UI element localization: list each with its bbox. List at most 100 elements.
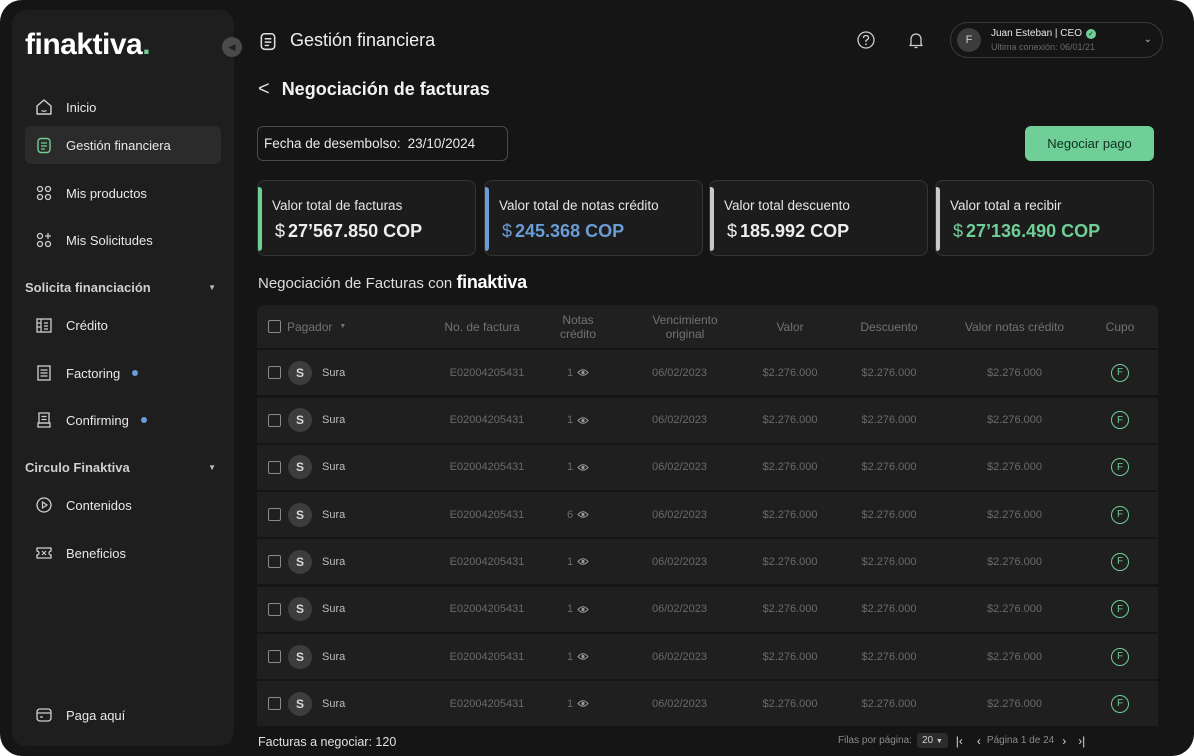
- row-checkbox[interactable]: [267, 398, 281, 443]
- table-header: Pagador ▼ No. de factura Notas crédito Ve…: [257, 305, 1158, 348]
- receipt-icon: [35, 411, 53, 429]
- grid-icon: [35, 184, 53, 202]
- discount-value: $2.276.000: [861, 603, 917, 616]
- sidebar-section-circulo-finaktiva[interactable]: Circulo Finaktiva ▼: [25, 456, 221, 478]
- invoice-value: $2.276.000: [762, 650, 818, 663]
- row-checkbox[interactable]: [267, 587, 281, 632]
- pagination: Filas por página: 20 ▼ |‹ ‹ Página 1 de …: [838, 733, 1089, 748]
- row-checkbox[interactable]: [267, 634, 281, 679]
- sidebar-item-mis-solicitudes[interactable]: Mis Solicitudes: [25, 221, 221, 259]
- row-checkbox[interactable]: [267, 539, 281, 584]
- invoice-number: E02004205431: [449, 366, 525, 379]
- table-row[interactable]: S Sura E02004205431 1 06/02/2023 $2.276.000 $2…: [257, 444, 1158, 490]
- credit-notes[interactable]: 1: [552, 539, 604, 584]
- last-page-icon[interactable]: ›|: [1078, 734, 1085, 748]
- card-accent: [936, 187, 940, 251]
- sidebar-item-factoring[interactable]: Factoring: [25, 354, 221, 392]
- card-label: Valor total de notas crédito: [499, 198, 659, 213]
- sidebar-item-contenidos[interactable]: Contenidos: [25, 486, 221, 524]
- first-page-icon[interactable]: |‹: [956, 734, 963, 748]
- table-row[interactable]: S Sura E02004205431 1 06/02/2023 $2.276.000 $2…: [257, 681, 1158, 727]
- column-pagador[interactable]: Pagador ▼: [287, 305, 367, 348]
- avatar: F: [957, 28, 981, 52]
- table-row[interactable]: S Sura E02004205431 1 06/02/2023 $2.276.000 $2…: [257, 634, 1158, 680]
- cupo-badge[interactable]: F: [1095, 445, 1145, 490]
- summary-card-notas-credito: Valor total de notas crédito $245.368 CO…: [484, 180, 703, 256]
- rows-per-page-select[interactable]: 20 ▼: [916, 733, 948, 748]
- prev-page-icon[interactable]: ‹: [977, 734, 981, 748]
- table-row[interactable]: S Sura E02004205431 1 06/02/2023 $2.276.000 $2…: [257, 397, 1158, 443]
- bell-icon[interactable]: [906, 30, 926, 50]
- row-checkbox[interactable]: [267, 492, 281, 537]
- row-checkbox[interactable]: [267, 681, 281, 726]
- eye-icon[interactable]: [577, 605, 589, 614]
- credit-notes[interactable]: 1: [552, 634, 604, 679]
- user-menu[interactable]: F Juan Esteban | CEO ✓ Ultima conexión: 0…: [950, 22, 1163, 58]
- sidebar-item-paga-aqui[interactable]: Paga aquí: [25, 696, 221, 734]
- sidebar-item-beneficios[interactable]: Beneficios: [25, 534, 221, 572]
- sidebar-item-credito[interactable]: Crédito: [25, 306, 221, 344]
- section-label: Solicita financiación: [25, 279, 151, 295]
- cupo-badge[interactable]: F: [1095, 681, 1145, 726]
- cupo-badge[interactable]: F: [1095, 539, 1145, 584]
- eye-icon[interactable]: [577, 557, 589, 566]
- table-row[interactable]: S Sura E02004205431 1 06/02/2023 $2.276.000 $2…: [257, 350, 1158, 396]
- sidebar-item-inicio[interactable]: Inicio: [25, 88, 221, 126]
- sidebar-item-label: Mis productos: [66, 185, 147, 201]
- eye-icon[interactable]: [577, 699, 589, 708]
- avatar: S: [287, 398, 313, 443]
- disbursement-date-field[interactable]: Fecha de desembolso: 23/10/2024: [257, 126, 508, 161]
- sidebar-item-label: Contenidos: [66, 497, 132, 513]
- eye-icon[interactable]: [577, 652, 589, 661]
- cupo-badge[interactable]: F: [1095, 350, 1145, 395]
- eye-icon[interactable]: [577, 368, 589, 377]
- caret-down-icon: ▼: [208, 462, 216, 472]
- avatar: S: [287, 634, 313, 679]
- invoice-number: E02004205431: [449, 697, 525, 710]
- sidebar-item-confirming[interactable]: Confirming: [25, 401, 221, 439]
- sidebar-item-mis-productos[interactable]: Mis productos: [25, 174, 221, 212]
- avatar: S: [287, 587, 313, 632]
- credit-notes[interactable]: 1: [552, 681, 604, 726]
- credit-notes[interactable]: 1: [552, 445, 604, 490]
- cupo-badge[interactable]: F: [1095, 587, 1145, 632]
- row-checkbox[interactable]: [267, 350, 281, 395]
- sidebar-section-solicita-financiacion[interactable]: Solicita financiación ▼: [25, 276, 221, 298]
- cupo-badge[interactable]: F: [1095, 634, 1145, 679]
- invoice-number: E02004205431: [449, 461, 525, 474]
- negotiate-payment-button[interactable]: Negociar pago: [1025, 126, 1154, 161]
- cupo-badge[interactable]: F: [1095, 398, 1145, 443]
- payer-name: Sura: [322, 508, 346, 521]
- table-row[interactable]: S Sura E02004205431 1 06/02/2023 $2.276.000 $2…: [257, 539, 1158, 585]
- next-page-icon[interactable]: ›: [1062, 734, 1066, 748]
- credit-notes[interactable]: 6: [552, 492, 604, 537]
- ticket-icon: [35, 544, 53, 562]
- select-all-checkbox[interactable]: [267, 305, 281, 348]
- sidebar-item-label: Paga aquí: [66, 707, 126, 723]
- credit-notes[interactable]: 1: [552, 350, 604, 395]
- sidebar-item-gestion-financiera[interactable]: Gestión financiera: [25, 126, 221, 164]
- table-row[interactable]: S Sura E02004205431 1 06/02/2023 $2.276.000 $2…: [257, 586, 1158, 632]
- collapse-sidebar-button[interactable]: ◀: [222, 37, 242, 57]
- eye-icon[interactable]: [577, 416, 589, 425]
- invoice-value: $2.276.000: [762, 603, 818, 616]
- summary-card-facturas: Valor total de facturas $27’567.850 COP: [257, 180, 476, 256]
- invoice-number: E02004205431: [449, 650, 525, 663]
- row-checkbox[interactable]: [267, 445, 281, 490]
- invoice-value: $2.276.000: [762, 366, 818, 379]
- date-label: Fecha de desembolso:: [264, 136, 401, 151]
- brand-logo[interactable]: finaktiva.: [25, 28, 151, 62]
- due-date: 06/02/2023: [651, 697, 708, 710]
- card-label: Valor total de facturas: [272, 198, 403, 213]
- eye-icon[interactable]: [577, 463, 589, 472]
- credit-notes[interactable]: 1: [552, 398, 604, 443]
- cupo-badge[interactable]: F: [1095, 492, 1145, 537]
- credit-notes-value: $2.276.000: [986, 603, 1043, 616]
- verified-icon: ✓: [1085, 28, 1096, 39]
- eye-icon[interactable]: [577, 510, 589, 519]
- help-icon[interactable]: [856, 30, 876, 50]
- table-row[interactable]: S Sura E02004205431 6 06/02/2023 $2.276.000 $2…: [257, 492, 1158, 538]
- credit-notes[interactable]: 1: [552, 587, 604, 632]
- header-title: Gestión financiera: [258, 30, 435, 51]
- back-arrow-icon[interactable]: <: [258, 78, 270, 101]
